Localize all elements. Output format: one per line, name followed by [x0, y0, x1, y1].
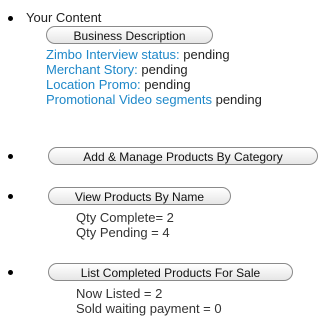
sold-waiting-payment-text: Sold waiting payment = 0 — [76, 301, 222, 316]
now-listed-text: Now Listed = 2 — [76, 286, 163, 301]
promotional-video-segments-value: pending — [215, 92, 262, 107]
merchant-story-link[interactable]: Merchant Story: — [46, 62, 138, 77]
status-row: Merchant Story: pending — [46, 62, 188, 77]
bullet-icon — [8, 16, 13, 21]
add-manage-products-button[interactable]: Add & Manage Products By Category — [48, 147, 318, 165]
bullet-icon — [8, 270, 13, 275]
merchant-story-value: pending — [141, 62, 188, 77]
location-promo-value: pending — [144, 77, 191, 92]
bullet-icon — [8, 154, 13, 159]
status-row: Promotional Video segments pending — [46, 92, 262, 107]
view-products-by-name-button[interactable]: View Products By Name — [48, 187, 231, 205]
section-heading-your-content: Your Content — [26, 10, 102, 25]
status-row: Zimbo Interview status: pending — [46, 47, 230, 62]
list-completed-products-button[interactable]: List Completed Products For Sale — [48, 263, 293, 281]
zimbo-interview-status-link[interactable]: Zimbo Interview status: — [46, 47, 180, 62]
business-description-button[interactable]: Business Description — [46, 26, 213, 44]
qty-pending-text: Qty Pending = 4 — [76, 225, 170, 240]
qty-complete-text: Qty Complete= 2 — [76, 210, 174, 225]
promotional-video-segments-link[interactable]: Promotional Video segments — [46, 92, 212, 107]
location-promo-link[interactable]: Location Promo: — [46, 77, 141, 92]
bullet-icon — [8, 194, 13, 199]
zimbo-interview-status-value: pending — [183, 47, 230, 62]
content-panel: Your Content Business Description Zimbo … — [0, 0, 328, 321]
status-row: Location Promo: pending — [46, 77, 191, 92]
